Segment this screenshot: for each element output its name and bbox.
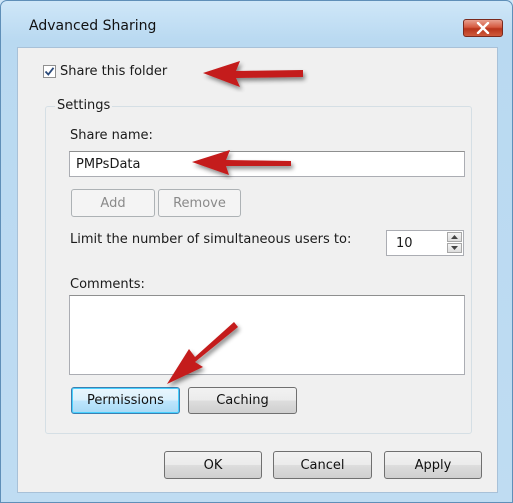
comments-label: Comments: — [70, 277, 145, 292]
share-folder-label[interactable]: Share this folder — [60, 64, 167, 79]
share-name-label: Share name: — [70, 128, 153, 143]
share-name-input[interactable]: PMPsData — [69, 151, 465, 177]
limit-users-spinner[interactable]: 10 — [386, 230, 464, 256]
remove-button[interactable]: Remove — [158, 189, 241, 217]
close-icon — [476, 22, 490, 34]
close-button[interactable] — [463, 19, 503, 37]
limit-users-label: Limit the number of simultaneous users t… — [70, 232, 352, 247]
share-name-value: PMPsData — [76, 157, 141, 172]
share-folder-checkbox[interactable] — [43, 65, 56, 78]
permissions-button[interactable]: Permissions — [71, 387, 180, 414]
dialog-body: Share this folder Settings Share name: P… — [17, 47, 498, 493]
ok-button[interactable]: OK — [164, 451, 262, 479]
checkmark-icon — [44, 67, 55, 76]
advanced-sharing-window: Advanced Sharing Share this folder Setti… — [0, 0, 513, 503]
comments-textarea[interactable] — [69, 295, 465, 375]
apply-button[interactable]: Apply — [384, 451, 482, 479]
spinner-down-button[interactable] — [447, 243, 462, 253]
settings-group-label: Settings — [55, 98, 113, 113]
chevron-up-icon — [451, 235, 458, 239]
cancel-button[interactable]: Cancel — [273, 451, 372, 479]
share-folder-row[interactable]: Share this folder — [43, 64, 167, 79]
spinner-up-button[interactable] — [447, 232, 462, 242]
limit-users-value: 10 — [396, 236, 413, 251]
chevron-down-icon — [451, 246, 458, 250]
add-button[interactable]: Add — [71, 189, 155, 217]
window-title: Advanced Sharing — [29, 18, 157, 34]
caching-button[interactable]: Caching — [188, 387, 297, 414]
title-bar[interactable]: Advanced Sharing — [1, 1, 512, 47]
